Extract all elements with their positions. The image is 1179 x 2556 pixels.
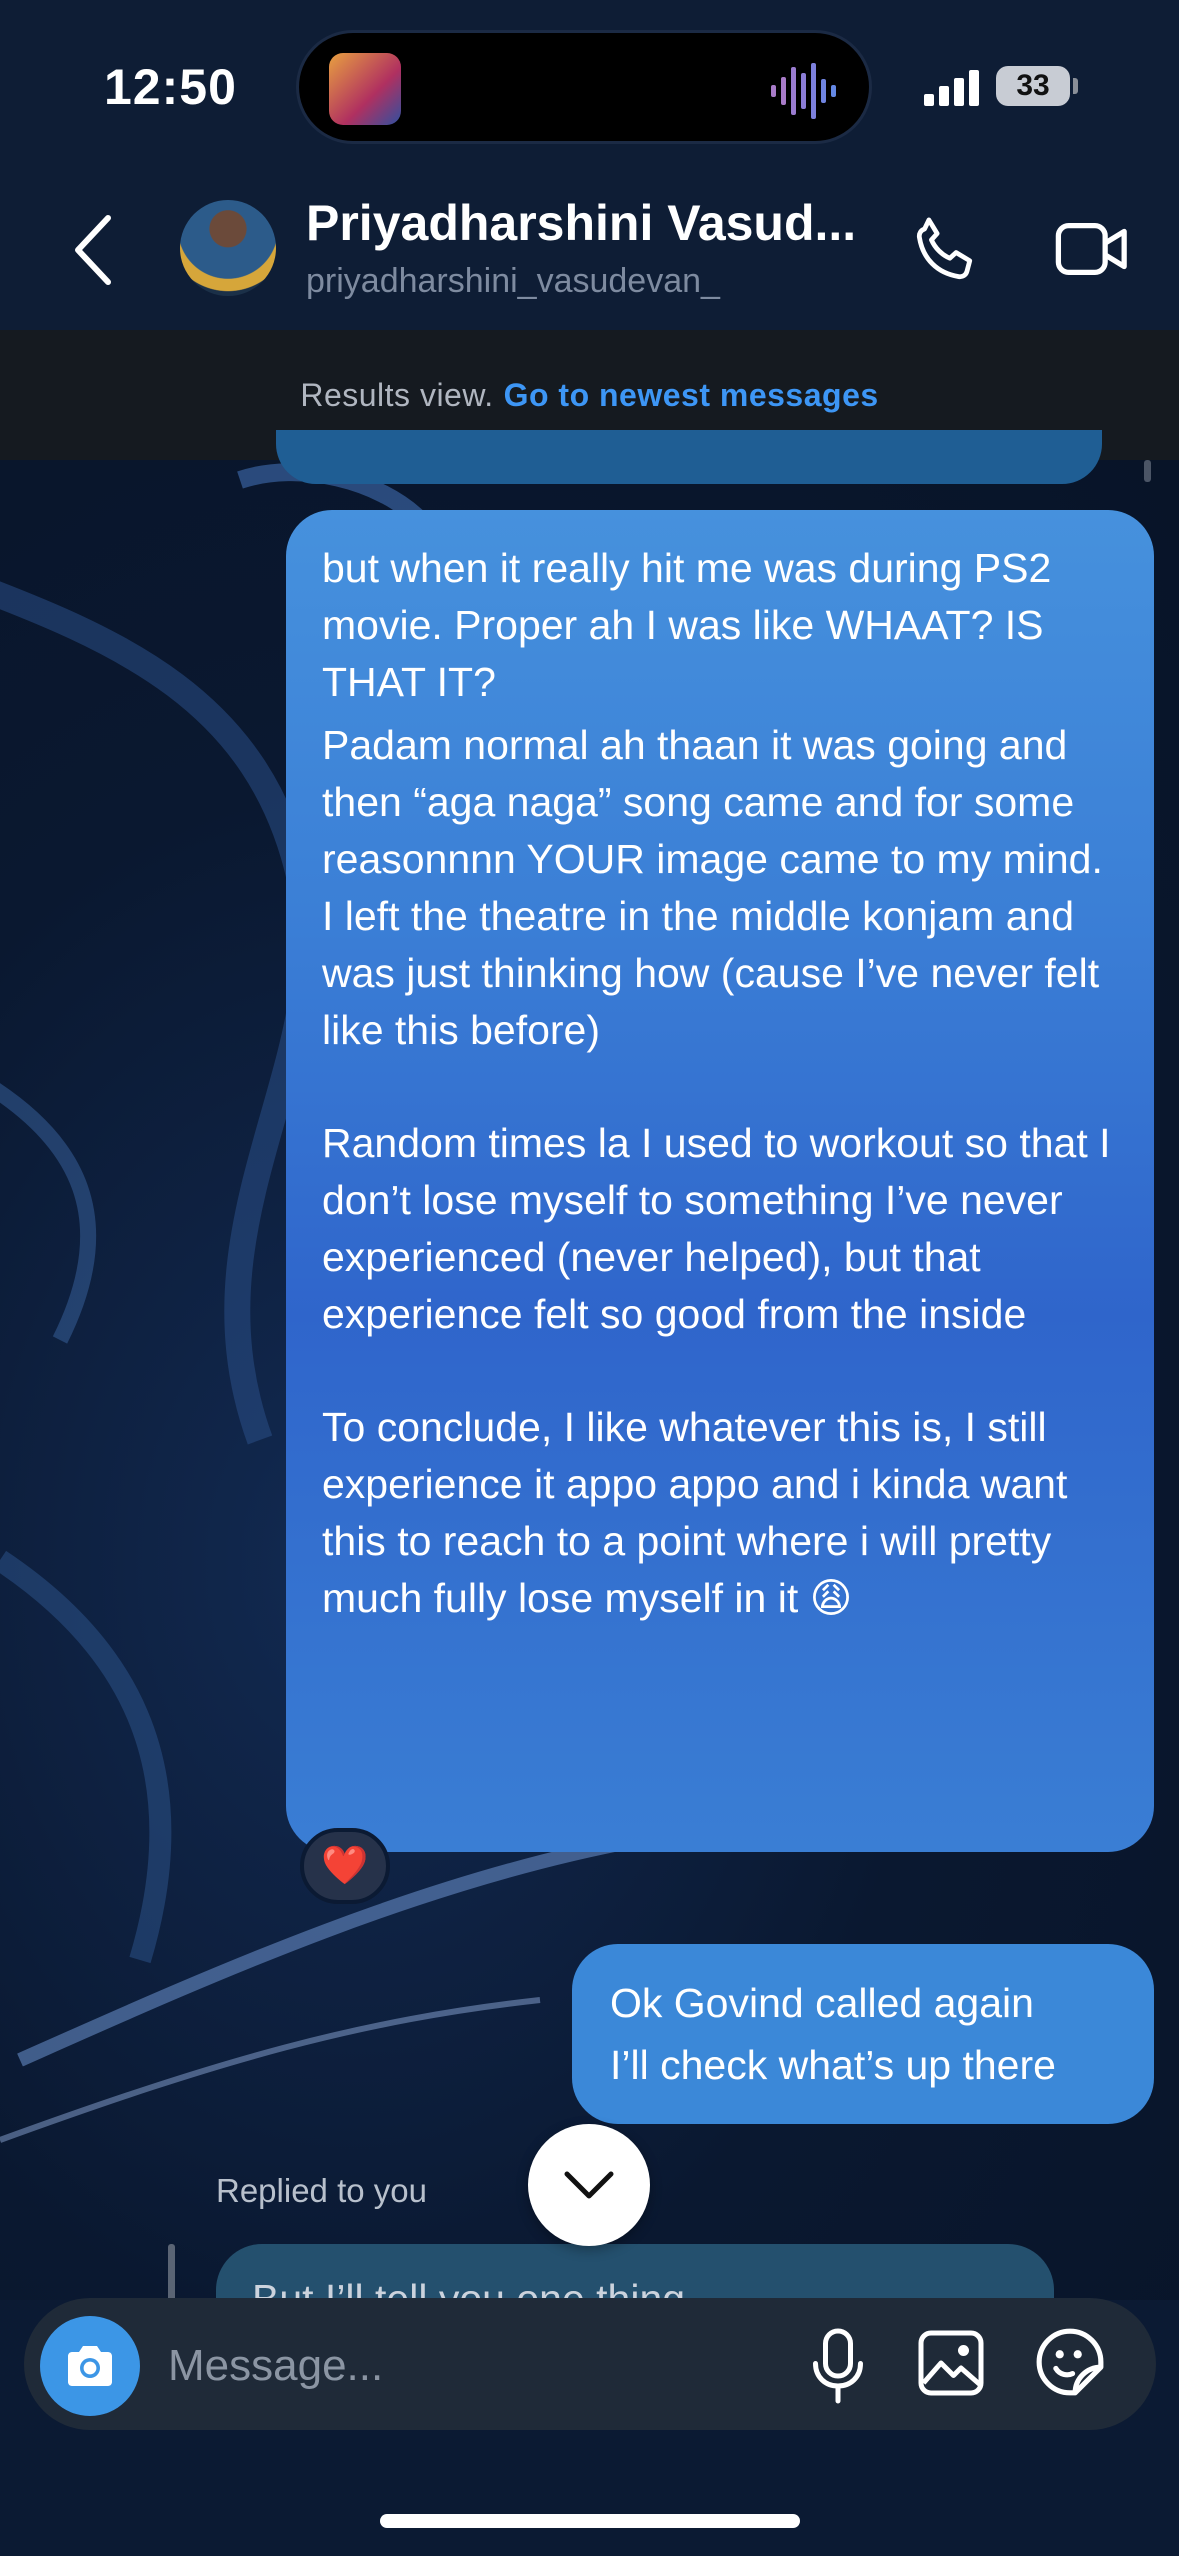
- message-input[interactable]: [168, 2330, 768, 2402]
- replied-to-you-label: Replied to you: [216, 2172, 427, 2209]
- contact-name[interactable]: Priyadharshini Vasud...: [306, 194, 856, 252]
- now-playing-artwork: [329, 53, 401, 125]
- message-paragraph: but when it really hit me was during PS2…: [322, 545, 1063, 705]
- chevron-down-icon: [564, 2171, 614, 2199]
- dynamic-island[interactable]: [296, 30, 872, 144]
- chat-header: Priyadharshini Vasud... priyadharshini_v…: [0, 170, 1179, 330]
- sticker-icon[interactable]: [1034, 2326, 1106, 2398]
- camera-button[interactable]: [40, 2316, 140, 2416]
- scrollbar[interactable]: [1144, 460, 1151, 482]
- sent-message-bubble[interactable]: but when it really hit me was during PS2…: [286, 510, 1154, 1852]
- status-time: 12:50: [104, 59, 237, 115]
- sent-message-bubble[interactable]: Ok Govind called again I’ll check what’s…: [572, 1944, 1154, 2124]
- go-to-newest-link[interactable]: Go to newest messages: [504, 377, 879, 414]
- phone-call-icon[interactable]: [908, 212, 984, 288]
- heart-reaction[interactable]: ❤️: [300, 1828, 390, 1904]
- audio-waveform-icon: [771, 63, 836, 119]
- microphone-icon[interactable]: [808, 2326, 868, 2406]
- status-bar: 12:50 33: [0, 0, 1179, 170]
- home-indicator[interactable]: [380, 2514, 800, 2528]
- message-paragraph: To conclude, I like whatever this is, I …: [322, 1404, 1079, 1621]
- contact-username[interactable]: priyadharshini_vasudevan_: [306, 262, 720, 301]
- camera-icon: [68, 2346, 112, 2386]
- video-call-icon[interactable]: [1054, 216, 1130, 282]
- cellular-signal-icon: [924, 70, 979, 106]
- scroll-to-bottom-button[interactable]: [528, 2124, 650, 2246]
- contact-avatar[interactable]: [180, 200, 276, 296]
- back-chevron-icon[interactable]: [70, 210, 116, 290]
- results-view-text: Results view.: [300, 376, 494, 413]
- message-paragraph: Padam normal ah thaan it was going and t…: [322, 722, 1115, 1053]
- previous-message-bubble[interactable]: [276, 430, 1102, 484]
- message-text: Ok Govind called again I’ll check what’s…: [610, 1980, 1056, 2088]
- gallery-icon[interactable]: [916, 2328, 986, 2398]
- message-paragraph: Random times la I used to workout so tha…: [322, 1120, 1122, 1337]
- battery-tip: [1073, 78, 1078, 94]
- battery-indicator: 33: [996, 66, 1070, 106]
